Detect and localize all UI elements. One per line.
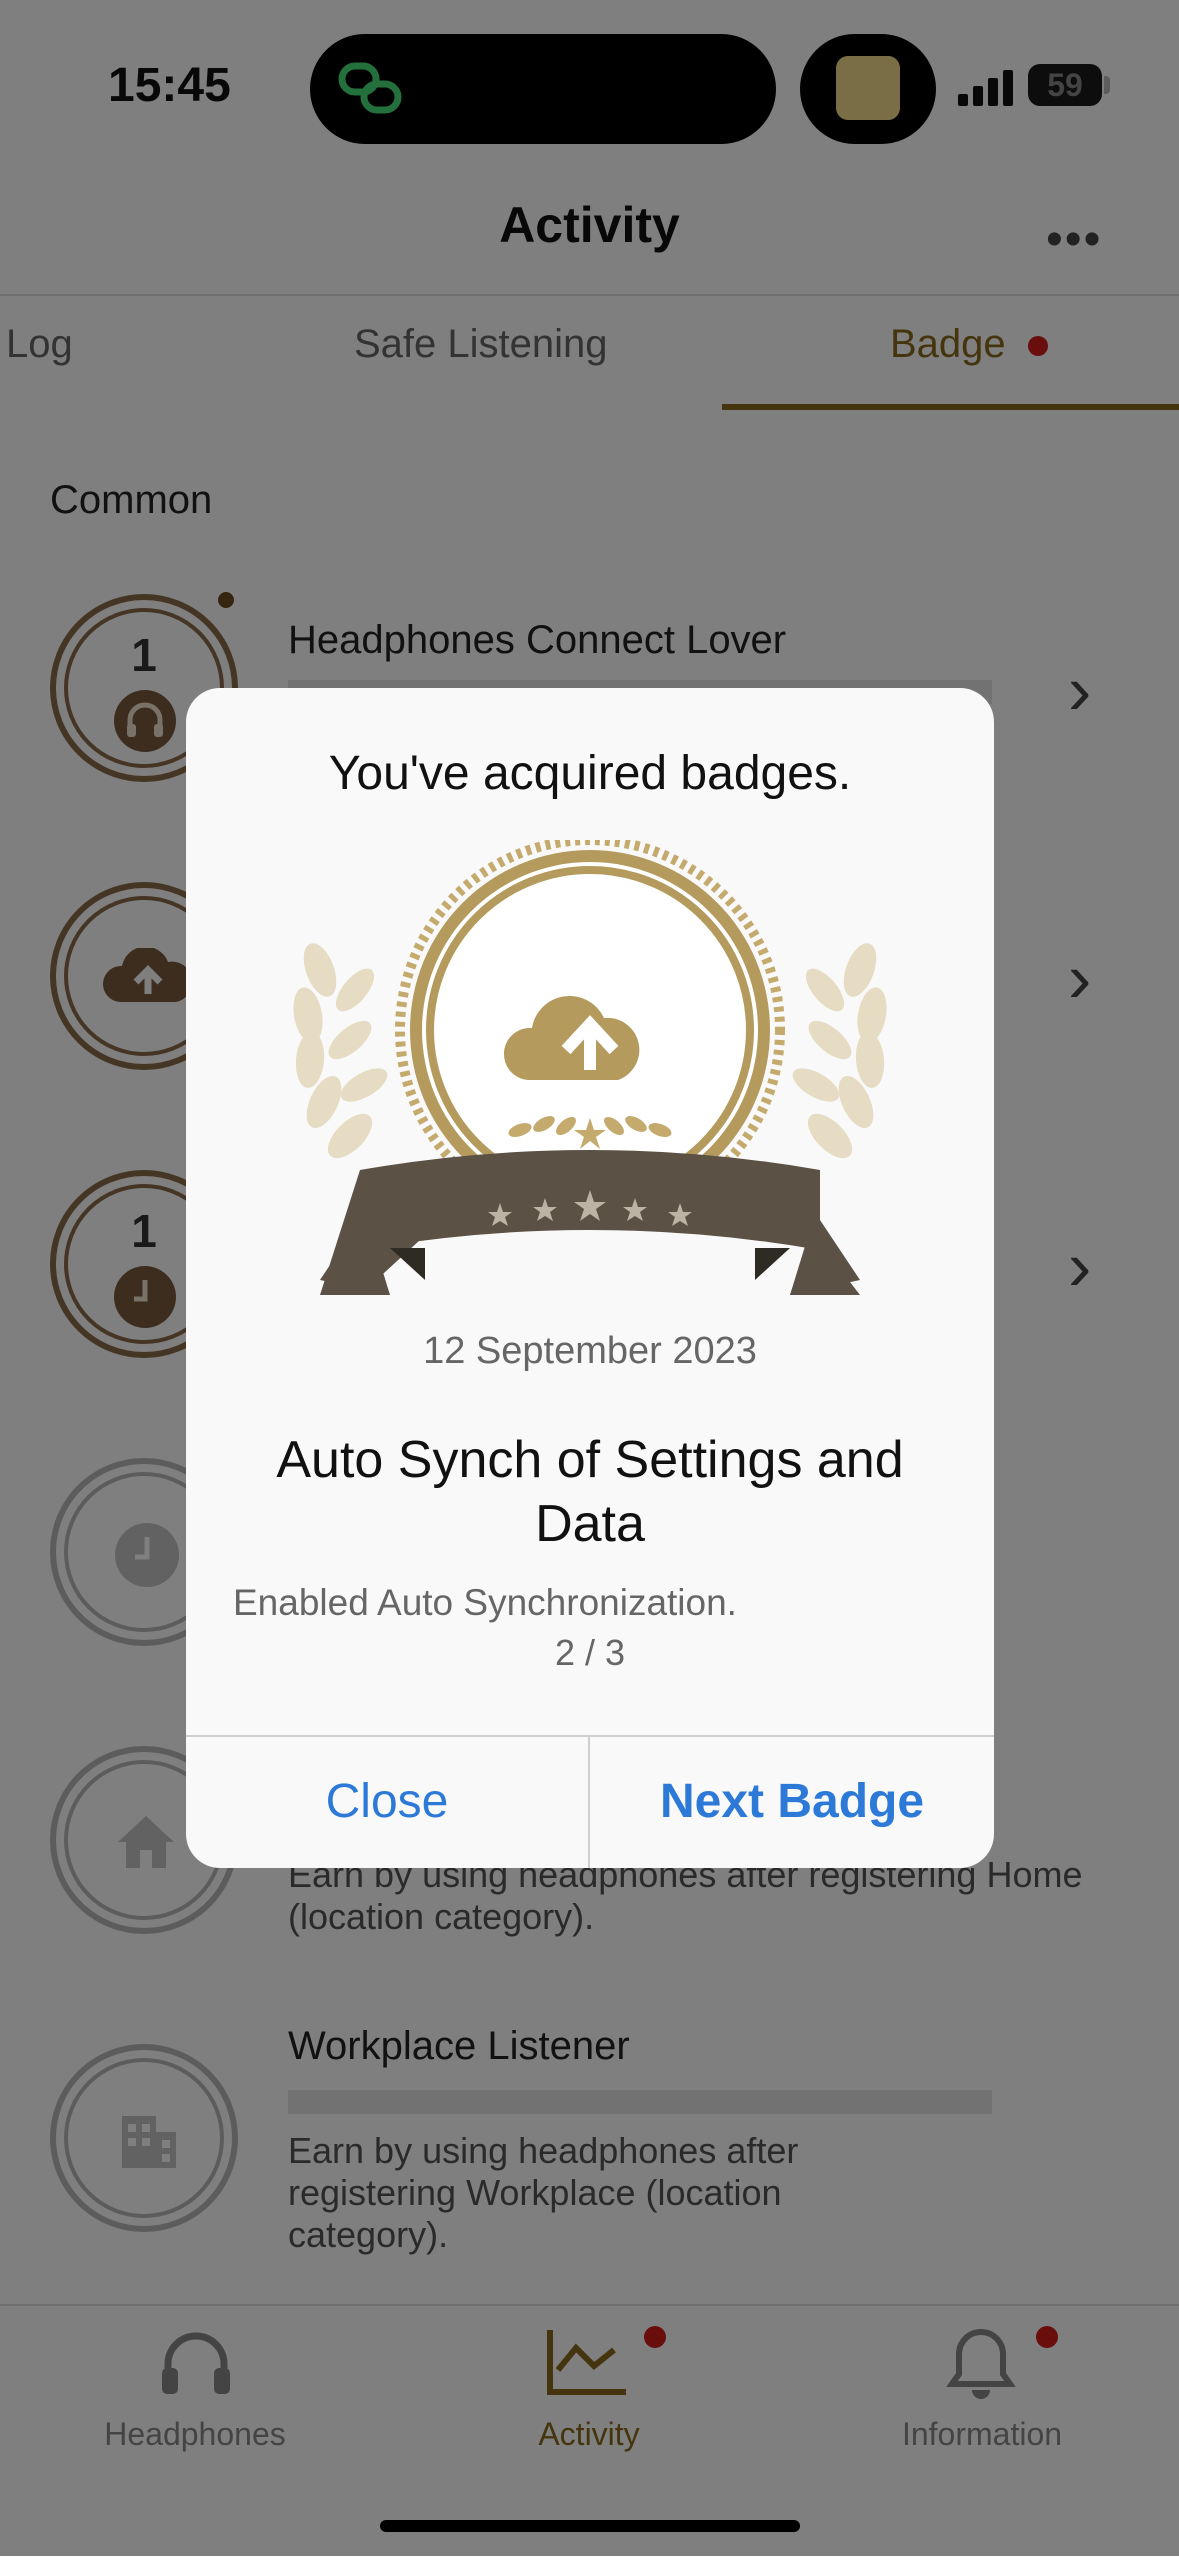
dialog-title: You've acquired badges. — [328, 747, 852, 800]
acquired-date: 12 September 2023 — [423, 1330, 757, 1372]
next-badge-button[interactable]: Next Badge — [590, 1736, 994, 1868]
page-indicator: 2 / 3 — [554, 1632, 626, 1673]
badge-medal-icon — [293, 840, 887, 1295]
close-button[interactable]: Close — [186, 1736, 588, 1868]
badge-name: Auto Synch of Settings and Data — [276, 1431, 904, 1553]
badge-description: Enabled Auto Synchronization. — [233, 1582, 737, 1623]
